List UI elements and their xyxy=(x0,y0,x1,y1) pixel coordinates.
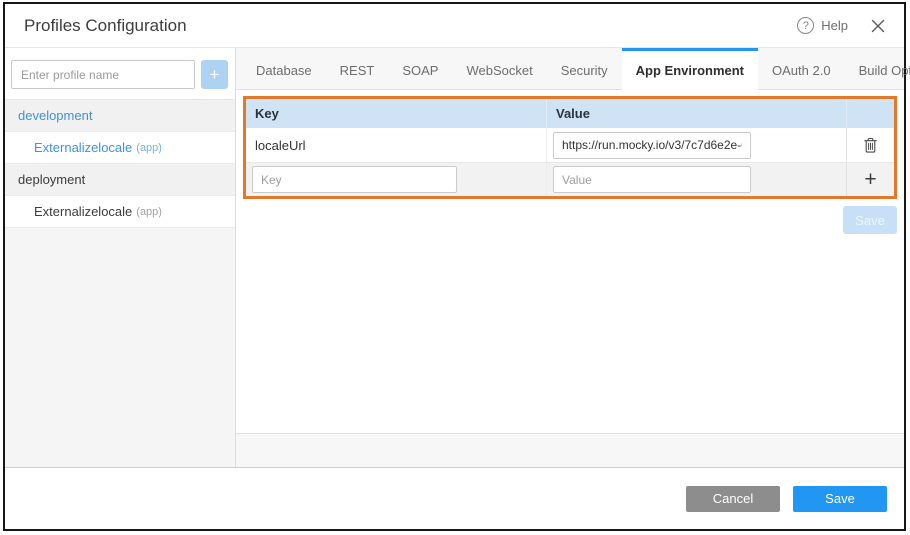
trash-icon xyxy=(863,137,878,154)
tab-oauth[interactable]: OAuth 2.0 xyxy=(758,48,845,89)
new-value-input[interactable] xyxy=(553,166,751,193)
sidebar-item-externalizelocale-dev[interactable]: Externalizelocale (app) xyxy=(5,132,235,164)
env-key-text: localeUrl xyxy=(246,138,306,153)
key-column-header: Key xyxy=(246,106,546,121)
sidebar-filler xyxy=(5,228,235,467)
dialog-body: + development Externalizelocale (app) de… xyxy=(5,48,904,467)
add-profile-button[interactable]: + xyxy=(201,60,228,89)
env-value-input[interactable] xyxy=(553,132,751,159)
sidebar-item-deployment[interactable]: deployment xyxy=(5,164,235,196)
dialog-footer: Cancel Save xyxy=(5,467,904,529)
profiles-sidebar: + development Externalizelocale (app) de… xyxy=(5,48,236,467)
dialog-titlebar: Profiles Configuration ? Help xyxy=(5,4,904,48)
app-environment-panel: Key Value localeUrl xyxy=(236,90,904,433)
main-content: Database REST SOAP WebSocket Security Ap… xyxy=(236,48,904,467)
profile-create-row: + xyxy=(5,48,235,99)
env-table-new-row: + xyxy=(246,162,894,196)
tab-database[interactable]: Database xyxy=(242,48,326,89)
plus-icon: + xyxy=(864,169,876,190)
screenshot-stage: Profiles Configuration ? Help + xyxy=(0,0,910,535)
delete-row-button[interactable] xyxy=(863,137,878,154)
close-icon xyxy=(871,19,885,33)
dialog-title: Profiles Configuration xyxy=(24,16,187,36)
profiles-configuration-dialog: Profiles Configuration ? Help + xyxy=(3,2,906,531)
app-label: Externalizelocale xyxy=(34,140,132,155)
sidebar-item-externalizelocale-deploy[interactable]: Externalizelocale (app) xyxy=(5,196,235,228)
tab-websocket[interactable]: WebSocket xyxy=(452,48,546,89)
config-tabstrip: Database REST SOAP WebSocket Security Ap… xyxy=(236,48,904,90)
profile-list: development Externalizelocale (app) depl… xyxy=(5,99,235,228)
help-button[interactable]: ? Help xyxy=(797,17,848,34)
env-save-button-disabled[interactable]: Save xyxy=(843,206,897,234)
profile-name-input[interactable] xyxy=(11,60,195,89)
close-button[interactable] xyxy=(871,19,885,33)
panel-bottom-strip xyxy=(236,433,904,467)
profile-label: deployment xyxy=(18,172,85,187)
titlebar-actions: ? Help xyxy=(797,17,885,34)
help-icon: ? xyxy=(797,17,814,34)
sidebar-item-development[interactable]: development xyxy=(5,100,235,132)
help-label: Help xyxy=(821,18,848,33)
save-button[interactable]: Save xyxy=(793,486,887,512)
annotation-highlight-box: Key Value localeUrl xyxy=(243,96,897,199)
new-key-input[interactable] xyxy=(252,166,457,193)
profile-label: development xyxy=(18,108,92,123)
value-column-header: Value xyxy=(546,99,846,128)
app-suffix: (app) xyxy=(136,206,162,218)
tab-security[interactable]: Security xyxy=(547,48,622,89)
env-table-row: localeUrl xyxy=(246,128,894,162)
tab-rest[interactable]: REST xyxy=(326,48,389,89)
app-suffix: (app) xyxy=(136,142,162,154)
actions-column-header xyxy=(846,99,894,128)
tab-app-environment[interactable]: App Environment xyxy=(622,48,758,90)
add-row-button[interactable]: + xyxy=(864,169,876,190)
tab-soap[interactable]: SOAP xyxy=(388,48,452,89)
env-table-header: Key Value xyxy=(246,99,894,128)
cancel-button[interactable]: Cancel xyxy=(686,486,780,512)
app-label: Externalizelocale xyxy=(34,204,132,219)
tab-build-options[interactable]: Build Options xyxy=(845,48,910,89)
